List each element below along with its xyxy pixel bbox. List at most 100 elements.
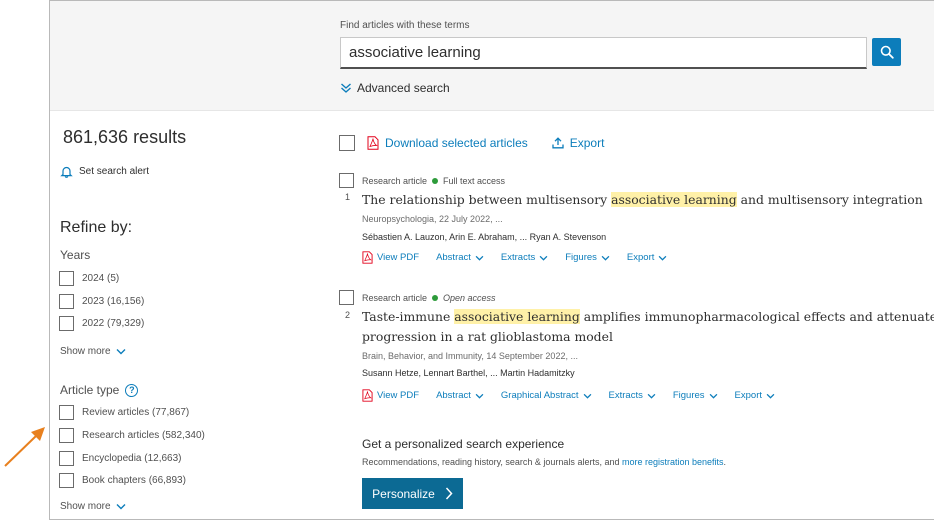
years-show-more-button[interactable]: Show more (60, 346, 126, 357)
advanced-search-link[interactable]: Advanced search (340, 81, 450, 95)
result-title-link[interactable]: The relationship between multisensory as… (362, 190, 923, 210)
search-input[interactable] (340, 37, 867, 69)
figures-label: Figures (672, 390, 705, 401)
article-type-option-encyclopedia[interactable]: Encyclopedia (12,663) (59, 451, 182, 466)
result-export-toggle[interactable]: Export (627, 252, 667, 263)
figures-toggle[interactable]: Figures (673, 390, 718, 401)
year-2023-checkbox[interactable] (59, 294, 74, 309)
extracts-toggle[interactable]: Extracts (501, 252, 548, 263)
chevron-down-icon (583, 393, 591, 399)
upload-arrow-icon (552, 137, 564, 149)
result-export-label: Export (626, 252, 655, 263)
title-highlight: associative learning (454, 309, 580, 324)
personalize-button[interactable]: Personalize (362, 478, 463, 509)
title-highlight: associative learning (611, 192, 737, 207)
book-chapters-checkbox[interactable] (59, 473, 74, 488)
personalize-subtitle: Recommendations, reading history, search… (362, 457, 726, 467)
graphical-abstract-toggle[interactable]: Graphical Abstract (501, 390, 592, 401)
chevron-down-icon (766, 393, 775, 399)
abstract-label: Abstract (436, 252, 471, 263)
chevron-down-icon (475, 393, 484, 399)
personalize-subtitle-text: Recommendations, reading history, search… (362, 457, 622, 467)
result-item: Research article Full text access 1 The … (339, 173, 929, 283)
result-actions: View PDF Abstract Extracts Figures Expor… (362, 251, 684, 264)
chevron-right-icon (445, 487, 453, 500)
article-type-option-research[interactable]: Research articles (582,340) (59, 428, 205, 443)
personalize-subtitle-suffix: . (723, 457, 727, 467)
personalize-title: Get a personalized search experience (362, 437, 565, 451)
result-title-link[interactable]: Taste-immune associative learning amplif… (362, 307, 934, 347)
personalize-button-label: Personalize (372, 486, 435, 501)
years-facet-title: Years (60, 248, 90, 262)
encyclopedia-checkbox[interactable] (59, 451, 74, 466)
abstract-toggle[interactable]: Abstract (436, 390, 484, 401)
registration-benefits-link[interactable]: more registration benefits (622, 457, 724, 467)
year-2024-checkbox[interactable] (59, 271, 74, 286)
encyclopedia-label: Encyclopedia (12,663) (82, 453, 182, 464)
chevron-down-icon (647, 393, 656, 399)
result-checkbox[interactable] (339, 173, 354, 188)
research-articles-checkbox[interactable] (59, 428, 74, 443)
result-source: Brain, Behavior, and Immunity, 14 Septem… (362, 351, 578, 361)
title-text: Taste-immune (362, 309, 455, 324)
year-2022-checkbox[interactable] (59, 316, 74, 331)
result-export-label: Export (734, 390, 763, 401)
access-dot-icon (432, 294, 439, 301)
years-facet-label: Years (60, 248, 91, 262)
article-type-option-review[interactable]: Review articles (77,867) (59, 405, 189, 420)
view-pdf-link[interactable]: View PDF (362, 389, 419, 402)
abstract-toggle[interactable]: Abstract (436, 252, 484, 263)
abstract-label: Abstract (436, 390, 471, 401)
extracts-toggle[interactable]: Extracts (609, 390, 656, 401)
year-2024-label: 2024 (5) (82, 273, 120, 284)
pdf-file-icon (362, 389, 373, 402)
article-type-label: Research article (362, 175, 428, 186)
article-type-label: Research article (362, 292, 428, 303)
pdf-file-icon (362, 251, 373, 264)
view-pdf-label: View PDF (377, 390, 420, 401)
result-number: 1 (345, 192, 351, 202)
access-label: Open access (443, 292, 496, 303)
extracts-label: Extracts (500, 252, 536, 263)
search-band: Find articles with these terms Advanced … (50, 1, 934, 111)
result-authors: Sébastien A. Lauzon, Arin E. Abraham, ..… (362, 232, 607, 242)
title-text: The relationship between multisensory (362, 192, 612, 207)
extracts-label: Extracts (608, 390, 643, 401)
result-checkbox[interactable] (339, 290, 354, 305)
year-option-2023[interactable]: 2023 (16,156) (59, 294, 144, 309)
chevron-down-icon (475, 255, 484, 261)
result-source: Neuropsychologia, 22 July 2022, ... (362, 214, 503, 224)
export-button[interactable]: Export (552, 136, 605, 150)
search-results-page: Find articles with these terms Advanced … (49, 0, 934, 520)
year-option-2024[interactable]: 2024 (5) (59, 271, 119, 286)
result-actions: View PDF Abstract Graphical Abstract Ext… (362, 389, 792, 402)
personalize-promo: Get a personalized search experience Rec… (362, 437, 726, 509)
title-text: progression in a rat glioblastoma model (362, 329, 613, 344)
article-type-option-book-chapters[interactable]: Book chapters (66,893) (59, 473, 186, 488)
select-all-checkbox[interactable] (339, 135, 355, 151)
figures-toggle[interactable]: Figures (565, 252, 610, 263)
chevron-down-icon (659, 255, 667, 261)
result-header: Research article Full text access (339, 173, 929, 188)
refine-by-heading: Refine by: (60, 219, 133, 236)
year-option-2022[interactable]: 2022 (79,329) (59, 316, 144, 331)
chevron-down-icon (116, 504, 126, 510)
article-type-show-more-button[interactable]: Show more (60, 501, 126, 512)
pdf-file-icon (367, 136, 379, 150)
years-show-more-label: Show more (60, 346, 111, 357)
help-icon[interactable]: ? (125, 383, 139, 397)
set-search-alert-link[interactable]: Set search alert (60, 165, 149, 178)
review-articles-label: Review articles (77,867) (82, 407, 190, 418)
result-export-toggle[interactable]: Export (735, 390, 775, 401)
export-label: Export (569, 136, 605, 150)
download-selected-button[interactable]: Download selected articles (367, 136, 528, 150)
view-pdf-link[interactable]: View PDF (362, 251, 419, 264)
advanced-search-label: Advanced search (357, 81, 450, 95)
figures-label: Figures (565, 252, 597, 263)
search-button[interactable] (872, 38, 901, 66)
article-type-facet-title: Article type ? (60, 383, 139, 397)
view-pdf-label: View PDF (377, 252, 420, 263)
review-articles-checkbox[interactable] (59, 405, 74, 420)
graphical-abstract-label: Graphical Abstract (500, 390, 579, 401)
title-text: amplifies immunopharmacological effects … (583, 309, 934, 324)
